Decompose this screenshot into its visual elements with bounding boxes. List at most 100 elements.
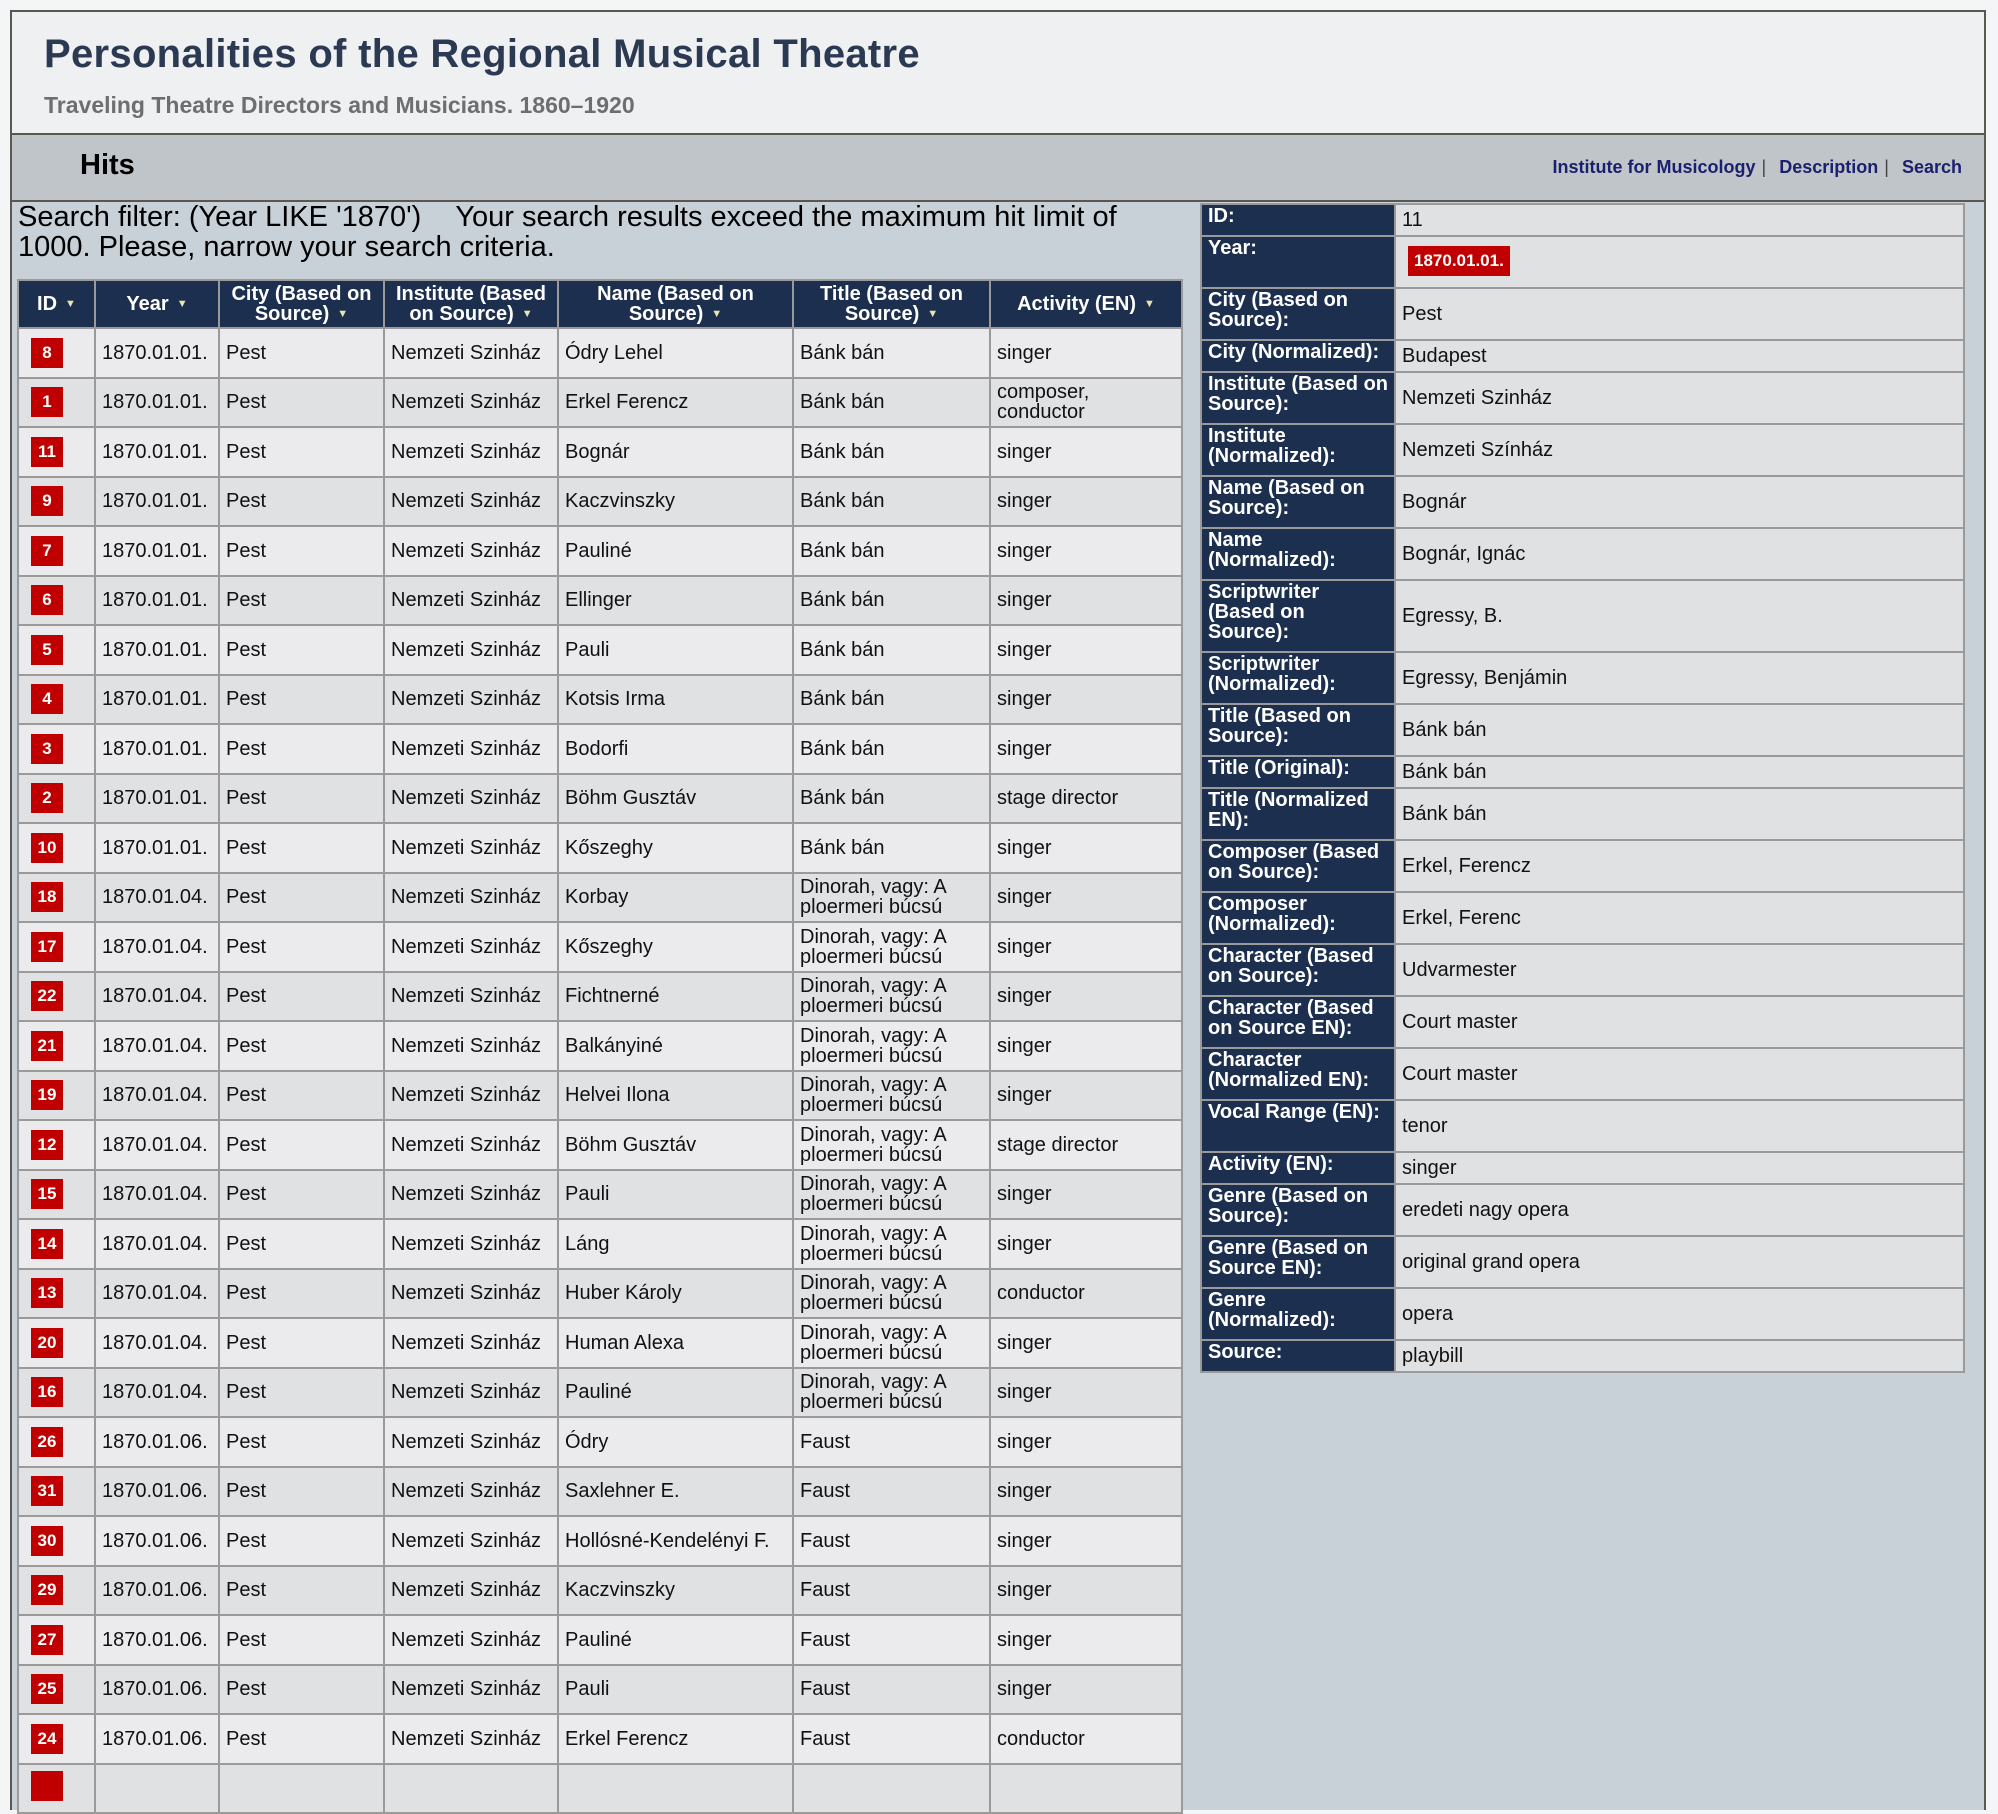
cell-city: Pest bbox=[218, 921, 385, 973]
sort-triangle-icon[interactable]: ▼ bbox=[927, 308, 938, 320]
cell-title: Bánk bán bbox=[792, 525, 991, 577]
record-id-badge[interactable]: 27 bbox=[31, 1624, 63, 1655]
record-id-badge[interactable]: 18 bbox=[31, 882, 63, 913]
column-header-institute[interactable]: Institute (Based on Source) ▼ bbox=[383, 279, 559, 329]
table-row[interactable]: 11 1870.01.01. Pest Nemzeti Szinház Bognár Bá… bbox=[17, 426, 1183, 478]
record-id-badge[interactable]: 26 bbox=[31, 1426, 63, 1457]
record-id-badge[interactable]: 20 bbox=[31, 1327, 63, 1358]
cell-activity: singer bbox=[989, 1168, 1183, 1220]
column-header-year[interactable]: Year ▼ bbox=[94, 279, 220, 329]
cell-year: 1870.01.04. bbox=[94, 1069, 220, 1121]
sort-triangle-icon[interactable]: ▼ bbox=[177, 298, 188, 310]
record-id-badge[interactable]: 1 bbox=[31, 387, 63, 418]
record-id-badge[interactable]: 22 bbox=[31, 981, 63, 1012]
table-row[interactable]: 20 1870.01.04. Pest Nemzeti Szinház Human Al… bbox=[17, 1317, 1183, 1369]
cell-year: 1870.01.06. bbox=[94, 1614, 220, 1666]
nav-link-search[interactable]: Search bbox=[1902, 157, 1962, 177]
table-row[interactable]: 2 1870.01.01. Pest Nemzeti Szinház Böhm Gusz… bbox=[17, 772, 1183, 824]
cell-year: 1870.01.04. bbox=[94, 1218, 220, 1270]
table-row[interactable]: 4 1870.01.01. Pest Nemzeti Szinház Kotsis Ir… bbox=[17, 673, 1183, 725]
record-id-badge[interactable]: 4 bbox=[31, 684, 63, 715]
sort-triangle-icon[interactable]: ▼ bbox=[522, 308, 533, 320]
record-id-badge[interactable]: 5 bbox=[31, 634, 63, 665]
record-id-badge[interactable]: 31 bbox=[31, 1476, 63, 1507]
record-id-badge[interactable]: 7 bbox=[31, 535, 63, 566]
record-id-badge[interactable] bbox=[31, 1771, 63, 1802]
table-row[interactable]: 7 1870.01.01. Pest Nemzeti Szinház Pauliné Bá… bbox=[17, 525, 1183, 577]
cell-year: 1870.01.01. bbox=[94, 525, 220, 577]
table-row[interactable]: 19 1870.01.04. Pest Nemzeti Szinház Helvei I… bbox=[17, 1069, 1183, 1121]
table-row[interactable]: 5 1870.01.01. Pest Nemzeti Szinház Pauli Bánk… bbox=[17, 624, 1183, 676]
record-id-badge[interactable]: 8 bbox=[31, 337, 63, 368]
record-id-badge[interactable]: 19 bbox=[31, 1080, 63, 1111]
record-id-badge[interactable]: 2 bbox=[31, 783, 63, 814]
table-row[interactable]: 13 1870.01.04. Pest Nemzeti Szinház Huber Ká… bbox=[17, 1267, 1183, 1319]
record-id-badge[interactable]: 9 bbox=[31, 486, 63, 517]
sort-triangle-icon[interactable]: ▼ bbox=[1144, 298, 1155, 310]
cell-year: 1870.01.04. bbox=[94, 1317, 220, 1369]
detail-value: 11 bbox=[1394, 203, 1965, 237]
table-row[interactable]: 29 1870.01.06. Pest Nemzeti Szinház Kaczvins… bbox=[17, 1564, 1183, 1616]
table-row[interactable]: 17 1870.01.04. Pest Nemzeti Szinház Kőszeghy… bbox=[17, 921, 1183, 973]
table-row[interactable]: 24 1870.01.06. Pest Nemzeti Szinház Erkel Fe… bbox=[17, 1713, 1183, 1765]
cell-activity: singer bbox=[989, 921, 1183, 973]
record-id-badge[interactable]: 11 bbox=[31, 436, 63, 467]
table-row[interactable]: 15 1870.01.04. Pest Nemzeti Szinház Pauli Din… bbox=[17, 1168, 1183, 1220]
record-id-badge[interactable]: 10 bbox=[31, 832, 63, 863]
cell-city: Pest bbox=[218, 1020, 385, 1072]
record-id-badge[interactable]: 21 bbox=[31, 1030, 63, 1061]
table-row[interactable]: 16 1870.01.04. Pest Nemzeti Szinház Pauliné D… bbox=[17, 1366, 1183, 1418]
table-row[interactable]: 22 1870.01.04. Pest Nemzeti Szinház Fichtner… bbox=[17, 970, 1183, 1022]
sort-triangle-icon[interactable]: ▼ bbox=[711, 308, 722, 320]
table-row[interactable]: 26 1870.01.06. Pest Nemzeti Szinház Ódry Faus… bbox=[17, 1416, 1183, 1468]
table-row[interactable]: 21 1870.01.04. Pest Nemzeti Szinház Balkányi… bbox=[17, 1020, 1183, 1072]
record-id-badge[interactable]: 14 bbox=[31, 1228, 63, 1259]
table-row[interactable]: 9 1870.01.01. Pest Nemzeti Szinház Kaczvinsz… bbox=[17, 475, 1183, 527]
nav-link-description[interactable]: Description bbox=[1779, 157, 1878, 177]
column-header-title[interactable]: Title (Based on Source) ▼ bbox=[792, 279, 991, 329]
table-row[interactable]: 27 1870.01.06. Pest Nemzeti Szinház Pauliné F… bbox=[17, 1614, 1183, 1666]
record-id-badge[interactable]: 3 bbox=[31, 733, 63, 764]
cell-institute: Nemzeti Szinház bbox=[383, 822, 559, 874]
cell-activity: singer bbox=[989, 1564, 1183, 1616]
table-row[interactable]: 18 1870.01.04. Pest Nemzeti Szinház Korbay Di… bbox=[17, 871, 1183, 923]
column-header-id[interactable]: ID ▼ bbox=[17, 279, 96, 329]
cell-activity: singer bbox=[989, 1317, 1183, 1369]
record-id-badge[interactable]: 16 bbox=[31, 1377, 63, 1408]
cell-year: 1870.01.04. bbox=[94, 1119, 220, 1171]
record-id-badge[interactable]: 25 bbox=[31, 1674, 63, 1705]
table-row[interactable]: 14 1870.01.04. Pest Nemzeti Szinház Láng Dino… bbox=[17, 1218, 1183, 1270]
table-row[interactable]: 10 1870.01.01. Pest Nemzeti Szinház Kőszeghy… bbox=[17, 822, 1183, 874]
nav-link-institute[interactable]: Institute for Musicology bbox=[1553, 157, 1756, 177]
cell-institute: Nemzeti Szinház bbox=[383, 1614, 559, 1666]
table-row[interactable]: 25 1870.01.06. Pest Nemzeti Szinház Pauli Fau… bbox=[17, 1663, 1183, 1715]
table-row[interactable]: 6 1870.01.01. Pest Nemzeti Szinház Ellinger B… bbox=[17, 574, 1183, 626]
record-id-badge[interactable]: 29 bbox=[31, 1575, 63, 1606]
table-row[interactable]: 1 1870.01.01. Pest Nemzeti Szinház Erkel Fer… bbox=[17, 376, 1183, 428]
record-id-badge[interactable]: 13 bbox=[31, 1278, 63, 1309]
column-header-city[interactable]: City (Based on Source) ▼ bbox=[218, 279, 385, 329]
record-id-badge[interactable]: 6 bbox=[31, 585, 63, 616]
column-header-name[interactable]: Name (Based on Source) ▼ bbox=[557, 279, 794, 329]
cell-title: Bánk bán bbox=[792, 574, 991, 626]
table-row[interactable]: 3 1870.01.01. Pest Nemzeti Szinház Bodorfi Bá… bbox=[17, 723, 1183, 775]
record-id-badge[interactable]: 24 bbox=[31, 1723, 63, 1754]
record-id-badge[interactable]: 17 bbox=[31, 931, 63, 962]
sort-triangle-icon[interactable]: ▼ bbox=[337, 308, 348, 320]
cell-id: 18 bbox=[17, 871, 96, 923]
record-id-badge[interactable]: 30 bbox=[31, 1525, 63, 1556]
sort-triangle-icon[interactable]: ▼ bbox=[65, 298, 76, 310]
table-row[interactable]: 31 1870.01.06. Pest Nemzeti Szinház Saxlehne… bbox=[17, 1465, 1183, 1517]
cell-name: Human Alexa bbox=[557, 1317, 794, 1369]
table-row[interactable] bbox=[17, 1762, 1183, 1814]
table-row[interactable]: 30 1870.01.06. Pest Nemzeti Szinház Hollósné… bbox=[17, 1515, 1183, 1567]
detail-row: Composer (Normalized): Erkel, Ferenc bbox=[1200, 891, 1965, 945]
table-row[interactable]: 12 1870.01.04. Pest Nemzeti Szinház Böhm Gus… bbox=[17, 1119, 1183, 1171]
cell-city: Pest bbox=[218, 525, 385, 577]
record-id-badge[interactable]: 15 bbox=[31, 1179, 63, 1210]
record-id-badge[interactable]: 12 bbox=[31, 1129, 63, 1160]
cell-institute: Nemzeti Szinház bbox=[383, 1119, 559, 1171]
table-row[interactable]: 8 1870.01.01. Pest Nemzeti Szinház Ódry Lehe… bbox=[17, 327, 1183, 379]
results-table: ID ▼ Year ▼ City (Based on Source) ▼ Institute… bbox=[17, 279, 1183, 1814]
column-header-activity[interactable]: Activity (EN) ▼ bbox=[989, 279, 1183, 329]
